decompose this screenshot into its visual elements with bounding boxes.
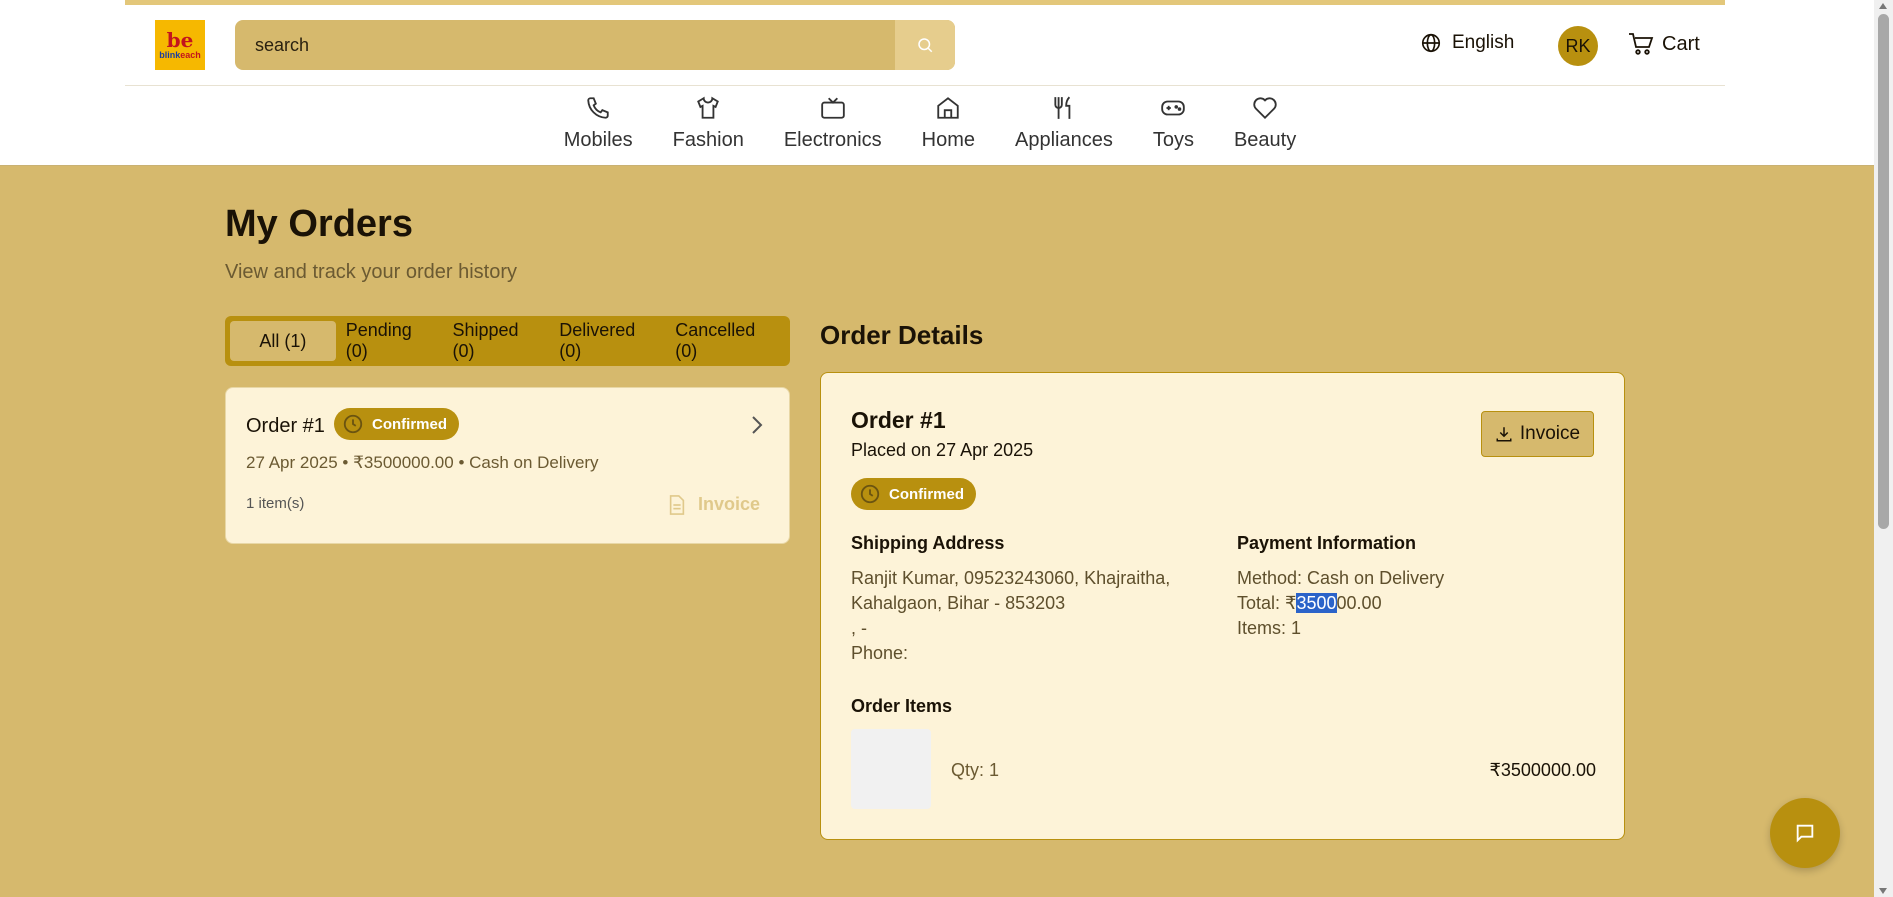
nav-item-electronics[interactable]: Electronics: [764, 95, 902, 152]
shipping-phone: Phone:: [851, 643, 909, 663]
globe-icon: [1421, 33, 1441, 53]
payment-total: Total: ₹350000.00: [1237, 593, 1382, 613]
selected-text: 3500: [1296, 593, 1337, 613]
download-invoice-button[interactable]: Invoice: [1481, 411, 1594, 457]
chevron-right-icon[interactable]: [750, 414, 764, 436]
order-list-item[interactable]: Order #1 Confirmed 27 Apr 2025 • ₹350000…: [225, 387, 790, 544]
details-order-title: Order #1: [851, 407, 946, 433]
home-icon: [937, 97, 959, 119]
search-input[interactable]: search: [235, 35, 895, 56]
tab-shipped[interactable]: Shipped (0): [442, 320, 549, 361]
page-subtitle: View and track your order history: [225, 261, 517, 283]
details-status-badge: Confirmed: [851, 478, 976, 510]
nav-label-appliances: Appliances: [1015, 129, 1113, 151]
scrollbar-thumb[interactable]: [1878, 14, 1889, 529]
details-placed-date: Placed on 27 Apr 2025: [851, 440, 1034, 460]
status-badge: Confirmed: [334, 408, 459, 440]
nav-label-mobiles: Mobiles: [563, 129, 633, 151]
utensils-icon: [1054, 96, 1071, 119]
payment-method: Method: Cash on Delivery: [1237, 568, 1445, 588]
nav-item-home[interactable]: Home: [902, 95, 995, 152]
search-button[interactable]: [895, 20, 955, 70]
download-icon: [1496, 427, 1512, 442]
scroll-up-icon[interactable]: [1879, 3, 1887, 9]
shipping-line-1: Ranjit Kumar, 09523243060, Khajraitha,: [851, 568, 1171, 588]
tab-all[interactable]: All (1): [230, 321, 336, 361]
category-nav: Mobiles Fashion Electronics Home Applian…: [0, 95, 1874, 152]
search-bar[interactable]: search: [235, 20, 955, 70]
item-price: ₹3500000.00: [1489, 760, 1596, 780]
nav-label-electronics: Electronics: [783, 129, 882, 151]
scroll-down-icon[interactable]: [1879, 888, 1887, 894]
order-card-item-count: 1 item(s): [246, 495, 305, 512]
nav-label-beauty: Beauty: [1233, 129, 1297, 151]
accent-line: [125, 0, 1725, 5]
logo-mark: be: [166, 28, 194, 52]
tab-delivered[interactable]: Delivered (0): [549, 320, 665, 361]
order-card-meta: 27 Apr 2025 • ₹3500000.00 • Cash on Deli…: [246, 453, 599, 472]
clock-icon: [343, 414, 363, 434]
header-divider: [125, 85, 1725, 86]
chat-icon: [1796, 824, 1814, 843]
shipping-line-3: , -: [851, 618, 867, 638]
payment-info: Method: Cash on Delivery Total: ₹350000.…: [1237, 566, 1444, 641]
chat-button[interactable]: [1770, 798, 1840, 868]
nav-item-fashion[interactable]: Fashion: [653, 95, 764, 152]
order-card-invoice-link[interactable]: Invoice: [668, 494, 760, 515]
document-icon: [669, 494, 685, 515]
nav-label-toys: Toys: [1152, 129, 1194, 151]
status-label: Confirmed: [372, 415, 447, 433]
heart-icon: [1253, 97, 1277, 120]
phone-icon: [587, 97, 609, 119]
invoice-button-label: Invoice: [1519, 423, 1581, 444]
order-items-heading: Order Items: [851, 696, 953, 716]
payment-info-heading: Payment Information: [1237, 533, 1417, 553]
order-details-heading: Order Details: [820, 320, 984, 350]
language-selector[interactable]: English: [1420, 32, 1514, 54]
shirt-icon: [697, 96, 720, 119]
cart-icon: [1629, 33, 1654, 55]
scrollbar[interactable]: [1874, 0, 1893, 897]
order-status-tabs: All (1) Pending (0) Shipped (0) Delivere…: [225, 316, 790, 366]
details-status-label: Confirmed: [889, 485, 964, 503]
language-label: English: [1452, 32, 1515, 53]
nav-item-appliances[interactable]: Appliances: [995, 95, 1133, 152]
shipping-line-2: Kahalgaon, Bihar - 853203: [851, 593, 1066, 613]
logo-word: blinkeach: [159, 50, 201, 60]
nav-label-fashion: Fashion: [672, 129, 744, 151]
tab-cancelled[interactable]: Cancelled (0): [665, 320, 785, 361]
nav-label-home: Home: [921, 129, 975, 151]
site-logo[interactable]: be blinkeach: [155, 20, 205, 70]
shipping-address: Ranjit Kumar, 09523243060, Khajraitha, K…: [851, 566, 1170, 666]
cart-button[interactable]: Cart: [1628, 32, 1700, 56]
nav-item-mobiles[interactable]: Mobiles: [544, 95, 653, 152]
clock-icon: [860, 484, 880, 504]
shipping-address-heading: Shipping Address: [851, 533, 1005, 553]
nav-item-toys[interactable]: Toys: [1133, 95, 1214, 152]
order-card-title: Order #1: [246, 415, 325, 437]
gamepad-icon: [1161, 100, 1186, 116]
nav-item-beauty[interactable]: Beauty: [1214, 95, 1316, 152]
payment-items-count: Items: 1: [1237, 618, 1302, 638]
top-header: be blinkeach search English RK Cart Mobi…: [0, 0, 1874, 166]
item-quantity: Qty: 1: [951, 760, 1000, 780]
order-details-panel: Order #1 Placed on 27 Apr 2025 Confirmed…: [820, 372, 1625, 840]
invoice-label: Invoice: [698, 494, 761, 514]
search-icon: [918, 38, 933, 53]
tv-icon: [820, 97, 845, 119]
page-title: My Orders: [225, 203, 413, 245]
cart-label: Cart: [1662, 32, 1700, 55]
avatar[interactable]: RK: [1558, 26, 1598, 66]
tab-pending[interactable]: Pending (0): [336, 320, 443, 361]
product-thumbnail[interactable]: [851, 729, 931, 809]
